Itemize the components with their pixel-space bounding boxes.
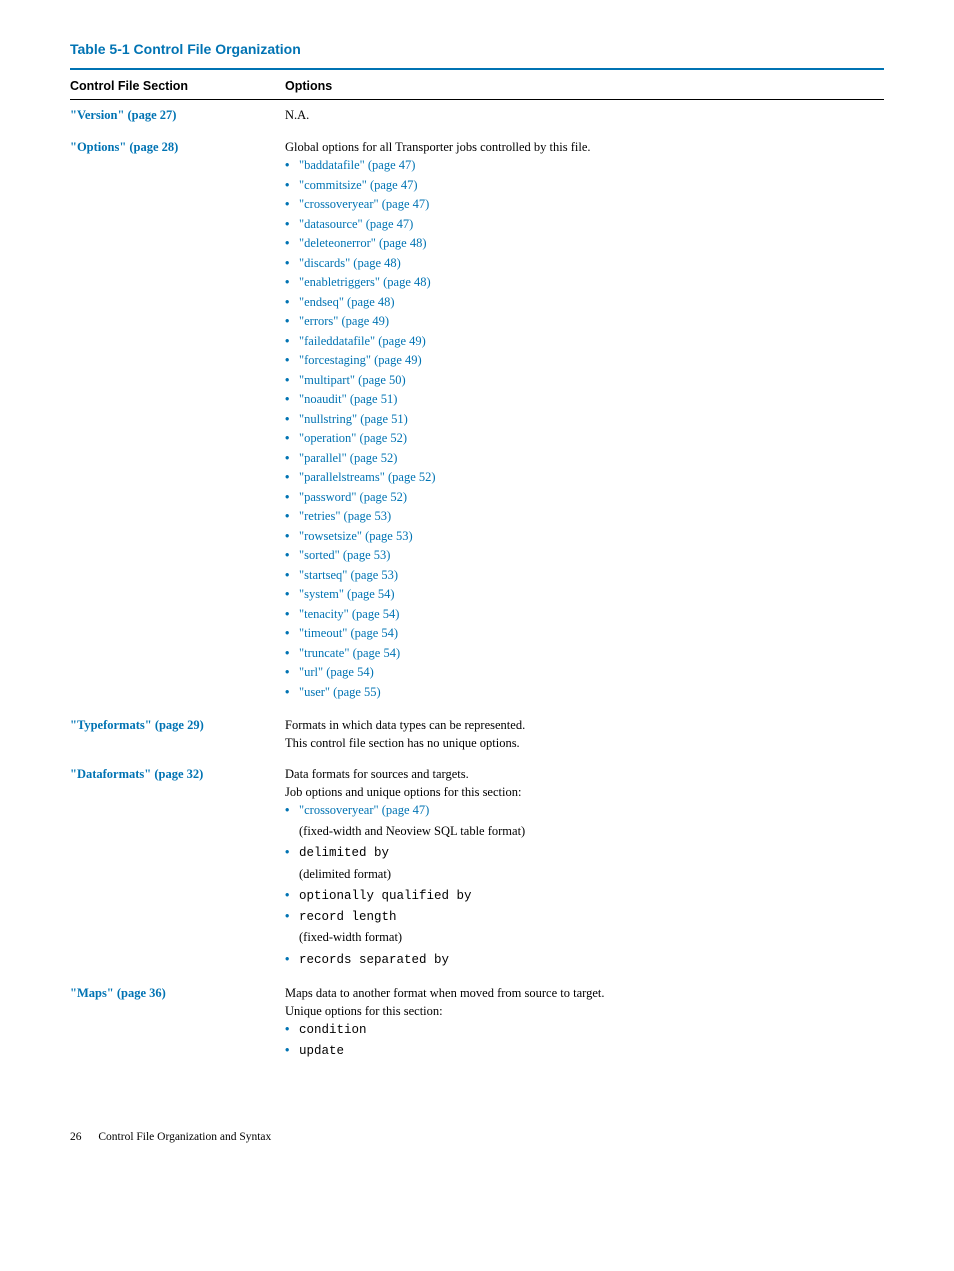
maps-line2: Unique options for this section:	[285, 1003, 876, 1021]
list-item[interactable]: "operation" (page 52)	[285, 430, 876, 448]
list-item[interactable]: "parallel" (page 52)	[285, 450, 876, 468]
section-dataformats[interactable]: "Dataformats" (page 32)	[70, 759, 285, 978]
maps-list: condition update	[285, 1021, 876, 1060]
list-item[interactable]: "retries" (page 53)	[285, 508, 876, 526]
table-row: "Maps" (page 36) Maps data to another fo…	[70, 978, 884, 1069]
table-row: "Typeformats" (page 29) Formats in which…	[70, 710, 884, 759]
list-item: record length	[299, 910, 397, 924]
section-typeformats[interactable]: "Typeformats" (page 29)	[70, 710, 285, 759]
list-item[interactable]: "system" (page 54)	[285, 586, 876, 604]
list-item[interactable]: "startseq" (page 53)	[285, 567, 876, 585]
control-file-table: Control File Section Options "Version" (…	[70, 76, 884, 1070]
table-row: "Dataformats" (page 32) Data formats for…	[70, 759, 884, 978]
list-item[interactable]: "sorted" (page 53)	[285, 547, 876, 565]
list-item: records separated by	[299, 953, 449, 967]
table-caption: Table 5-1 Control File Organization	[70, 40, 884, 60]
header-options: Options	[285, 76, 884, 100]
list-item[interactable]: "truncate" (page 54)	[285, 645, 876, 663]
list-item[interactable]: "rowsetsize" (page 53)	[285, 528, 876, 546]
list-item[interactable]: "forcestaging" (page 49)	[285, 352, 876, 370]
options-options: Global options for all Transporter jobs …	[285, 132, 884, 711]
table-top-rule	[70, 68, 884, 70]
list-item[interactable]: "enabletriggers" (page 48)	[285, 274, 876, 292]
list-item[interactable]: "noaudit" (page 51)	[285, 391, 876, 409]
list-item[interactable]: "errors" (page 49)	[285, 313, 876, 331]
options-maps: Maps data to another format when moved f…	[285, 978, 884, 1069]
options-list: "baddatafile" (page 47) "commitsize" (pa…	[285, 157, 876, 701]
list-item[interactable]: "url" (page 54)	[285, 664, 876, 682]
options-intro: Global options for all Transporter jobs …	[285, 140, 591, 154]
options-dataformats: Data formats for sources and targets. Jo…	[285, 759, 884, 978]
list-item[interactable]: "user" (page 55)	[285, 684, 876, 702]
list-sub: (delimited format)	[299, 866, 876, 884]
dataformats-list: "crossoveryear" (page 47) (fixed-width a…	[285, 802, 876, 969]
options-version: N.A.	[285, 100, 884, 132]
list-item[interactable]: "commitsize" (page 47)	[285, 177, 876, 195]
typeformats-line1: Formats in which data types can be repre…	[285, 717, 876, 735]
list-item[interactable]: "datasource" (page 47)	[285, 216, 876, 234]
list-item[interactable]: "tenacity" (page 54)	[285, 606, 876, 624]
list-item[interactable]: "multipart" (page 50)	[285, 372, 876, 390]
list-item[interactable]: "nullstring" (page 51)	[285, 411, 876, 429]
section-options[interactable]: "Options" (page 28)	[70, 132, 285, 711]
list-item[interactable]: "password" (page 52)	[285, 489, 876, 507]
list-sub: (fixed-width format)	[299, 929, 876, 947]
list-sub: (fixed-width and Neoview SQL table forma…	[299, 823, 876, 841]
list-item[interactable]: "discards" (page 48)	[285, 255, 876, 273]
section-version[interactable]: "Version" (page 27)	[70, 100, 285, 132]
maps-line1: Maps data to another format when moved f…	[285, 985, 876, 1003]
header-section: Control File Section	[70, 76, 285, 100]
table-row: "Options" (page 28) Global options for a…	[70, 132, 884, 711]
page-footer: 26 Control File Organization and Syntax	[70, 1129, 884, 1145]
list-item[interactable]: "baddatafile" (page 47)	[285, 157, 876, 175]
section-maps[interactable]: "Maps" (page 36)	[70, 978, 285, 1069]
list-item: condition	[299, 1023, 367, 1037]
list-item[interactable]: "timeout" (page 54)	[285, 625, 876, 643]
list-item: delimited by	[299, 846, 389, 860]
list-item[interactable]: "crossoveryear" (page 47)	[285, 196, 876, 214]
typeformats-line2: This control file section has no unique …	[285, 735, 876, 753]
list-item[interactable]: "parallelstreams" (page 52)	[285, 469, 876, 487]
list-item[interactable]: "endseq" (page 48)	[285, 294, 876, 312]
page-number: 26	[70, 1129, 82, 1145]
dataformats-line2: Job options and unique options for this …	[285, 784, 876, 802]
list-item[interactable]: "crossoveryear" (page 47)	[299, 803, 429, 817]
chapter-title: Control File Organization and Syntax	[98, 1131, 271, 1143]
list-item[interactable]: "faileddatafile" (page 49)	[285, 333, 876, 351]
list-item[interactable]: "deleteonerror" (page 48)	[285, 235, 876, 253]
table-row: "Version" (page 27) N.A.	[70, 100, 884, 132]
dataformats-line1: Data formats for sources and targets.	[285, 766, 876, 784]
options-typeformats: Formats in which data types can be repre…	[285, 710, 884, 759]
list-item: optionally qualified by	[299, 889, 472, 903]
list-item: update	[299, 1044, 344, 1058]
